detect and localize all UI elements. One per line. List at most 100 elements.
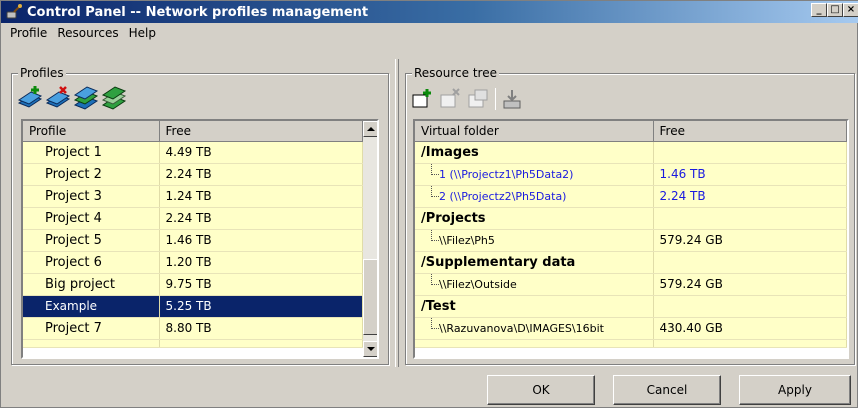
panel-splitter[interactable] (395, 59, 399, 367)
table-row[interactable]: Big project 9.75 TB (23, 273, 363, 296)
edit-folder-icon[interactable] (467, 87, 491, 111)
profile-free: 8.80 TB (159, 317, 363, 340)
resource-label: 2 (\\Projectz2\Ph5Data) (439, 189, 567, 203)
profile-name: Project 2 (23, 163, 160, 186)
profiles-scrollbar[interactable] (363, 121, 377, 357)
profile-free: 1.24 TB (159, 185, 363, 208)
column-header-free[interactable]: Free (159, 121, 363, 142)
profile-name: Big project (23, 273, 160, 296)
profile-name: Project 7 (23, 317, 160, 340)
table-row-empty (23, 339, 363, 348)
profile-name: Project 1 (23, 141, 160, 164)
resource-tree-group-title: Resource tree (412, 66, 499, 80)
resource-path: \\Filez\Outside (415, 273, 654, 296)
tree-connector (431, 163, 439, 175)
resource-free: 1.46 TB (653, 163, 847, 186)
menu-bar: Profile Resources Help (1, 23, 858, 43)
scroll-up-button[interactable] (363, 121, 377, 137)
window-title: Control Panel -- Network profiles manage… (27, 4, 369, 20)
resource-path: \\Filez\Ph5 (415, 229, 654, 252)
tree-item-row[interactable]: \\Filez\Ph5 579.24 GB (415, 229, 847, 252)
maximize-button[interactable]: □ (827, 3, 843, 17)
scroll-down-button[interactable] (363, 341, 377, 357)
title-bar[interactable]: Control Panel -- Network profiles manage… (1, 1, 858, 23)
arrow-up-icon (367, 127, 375, 131)
profile-name: Project 6 (23, 251, 160, 274)
folder-free (653, 251, 847, 274)
tree-connector (431, 229, 439, 241)
table-row[interactable]: Project 2 2.24 TB (23, 163, 363, 186)
resource-free: 430.40 GB (653, 317, 847, 340)
profiles-table: Profile Free Project 1 4.49 TB Project 22… (21, 119, 379, 359)
tree-item-row[interactable]: \\Razuvanova\D\IMAGES\16bit 430.40 GB (415, 317, 847, 340)
scroll-thumb[interactable] (363, 259, 377, 335)
folder-name: /Supplementary data (415, 251, 654, 274)
mount-icon[interactable] (500, 87, 524, 111)
toolbar-separator (495, 88, 496, 110)
tree-item-row[interactable]: \\Filez\Outside 579.24 GB (415, 273, 847, 296)
tree-item-row[interactable]: 1 (\\Projectz1\Ph5Data2) 1.46 TB (415, 163, 847, 186)
resource-free: 2.24 TB (653, 185, 847, 208)
table-row[interactable]: Project 4 2.24 TB (23, 207, 363, 230)
resource-label: \\Razuvanova\D\IMAGES\16bit (439, 321, 604, 335)
profile-name: Project 3 (23, 185, 160, 208)
tree-connector (431, 273, 439, 285)
folder-free (653, 207, 847, 230)
table-row[interactable]: Project 7 8.80 TB (23, 317, 363, 340)
profile-stack-green-icon[interactable] (101, 85, 127, 110)
menu-profile[interactable]: Profile (5, 26, 52, 40)
profile-name: Example (23, 295, 160, 318)
profiles-group-title: Profiles (18, 66, 66, 80)
profile-free: 2.24 TB (159, 207, 363, 230)
table-row[interactable]: Project 3 1.24 TB (23, 185, 363, 208)
profile-free: 5.25 TB (159, 295, 363, 318)
column-header-virtual-folder[interactable]: Virtual folder (415, 121, 654, 142)
delete-profile-icon[interactable] (45, 85, 71, 109)
control-panel-icon (5, 3, 23, 21)
profile-stack-icon[interactable] (73, 85, 99, 110)
menu-help[interactable]: Help (124, 26, 161, 40)
table-row[interactable]: Project 6 1.20 TB (23, 251, 363, 274)
cancel-button[interactable]: Cancel (613, 375, 721, 405)
table-row[interactable]: Project 1 4.49 TB (23, 141, 363, 164)
profile-free: 1.46 TB (159, 229, 363, 252)
resource-path: \\Razuvanova\D\IMAGES\16bit (415, 317, 654, 340)
resource-link: 2 (\\Projectz2\Ph5Data) (415, 185, 654, 208)
table-row[interactable]: Project 5 1.46 TB (23, 229, 363, 252)
apply-button[interactable]: Apply (739, 375, 851, 405)
remove-folder-icon[interactable] (439, 87, 463, 111)
folder-free (653, 295, 847, 318)
folder-name: /Test (415, 295, 654, 318)
add-folder-icon[interactable] (411, 87, 435, 111)
tree-item-row[interactable]: 2 (\\Projectz2\Ph5Data) 2.24 TB (415, 185, 847, 208)
column-header-free[interactable]: Free (653, 121, 847, 142)
arrow-down-icon (367, 347, 375, 351)
resource-label: \\Filez\Ph5 (439, 233, 495, 247)
profiles-toolbar (17, 85, 127, 110)
tree-folder-row[interactable]: /Test (415, 295, 847, 318)
ok-button[interactable]: OK (487, 375, 595, 405)
minimize-button[interactable]: _ (811, 3, 827, 17)
folder-name: /Images (415, 141, 654, 164)
tree-connector (431, 317, 439, 329)
tree-folder-row[interactable]: /Supplementary data (415, 251, 847, 274)
resource-label: \\Filez\Outside (439, 277, 517, 291)
resource-toolbar (411, 87, 524, 111)
table-row-selected[interactable]: Example 5.25 TB (23, 295, 363, 318)
resource-free: 579.24 GB (653, 229, 847, 252)
add-profile-icon[interactable] (17, 85, 43, 109)
control-panel-window: Control Panel -- Network profiles manage… (0, 0, 858, 408)
profile-free: 4.49 TB (159, 141, 363, 164)
tree-connector (431, 185, 439, 197)
profile-free: 1.20 TB (159, 251, 363, 274)
profile-name: Project 4 (23, 207, 160, 230)
profile-free: 2.24 TB (159, 163, 363, 186)
tree-folder-row[interactable]: /Images (415, 141, 847, 164)
close-button[interactable]: × (843, 3, 858, 17)
folder-free (653, 141, 847, 164)
column-header-profile[interactable]: Profile (23, 121, 160, 142)
profile-name: Project 5 (23, 229, 160, 252)
tree-folder-row[interactable]: /Projects (415, 207, 847, 230)
menu-resources[interactable]: Resources (52, 26, 123, 40)
resource-label: 1 (\\Projectz1\Ph5Data2) (439, 167, 574, 181)
